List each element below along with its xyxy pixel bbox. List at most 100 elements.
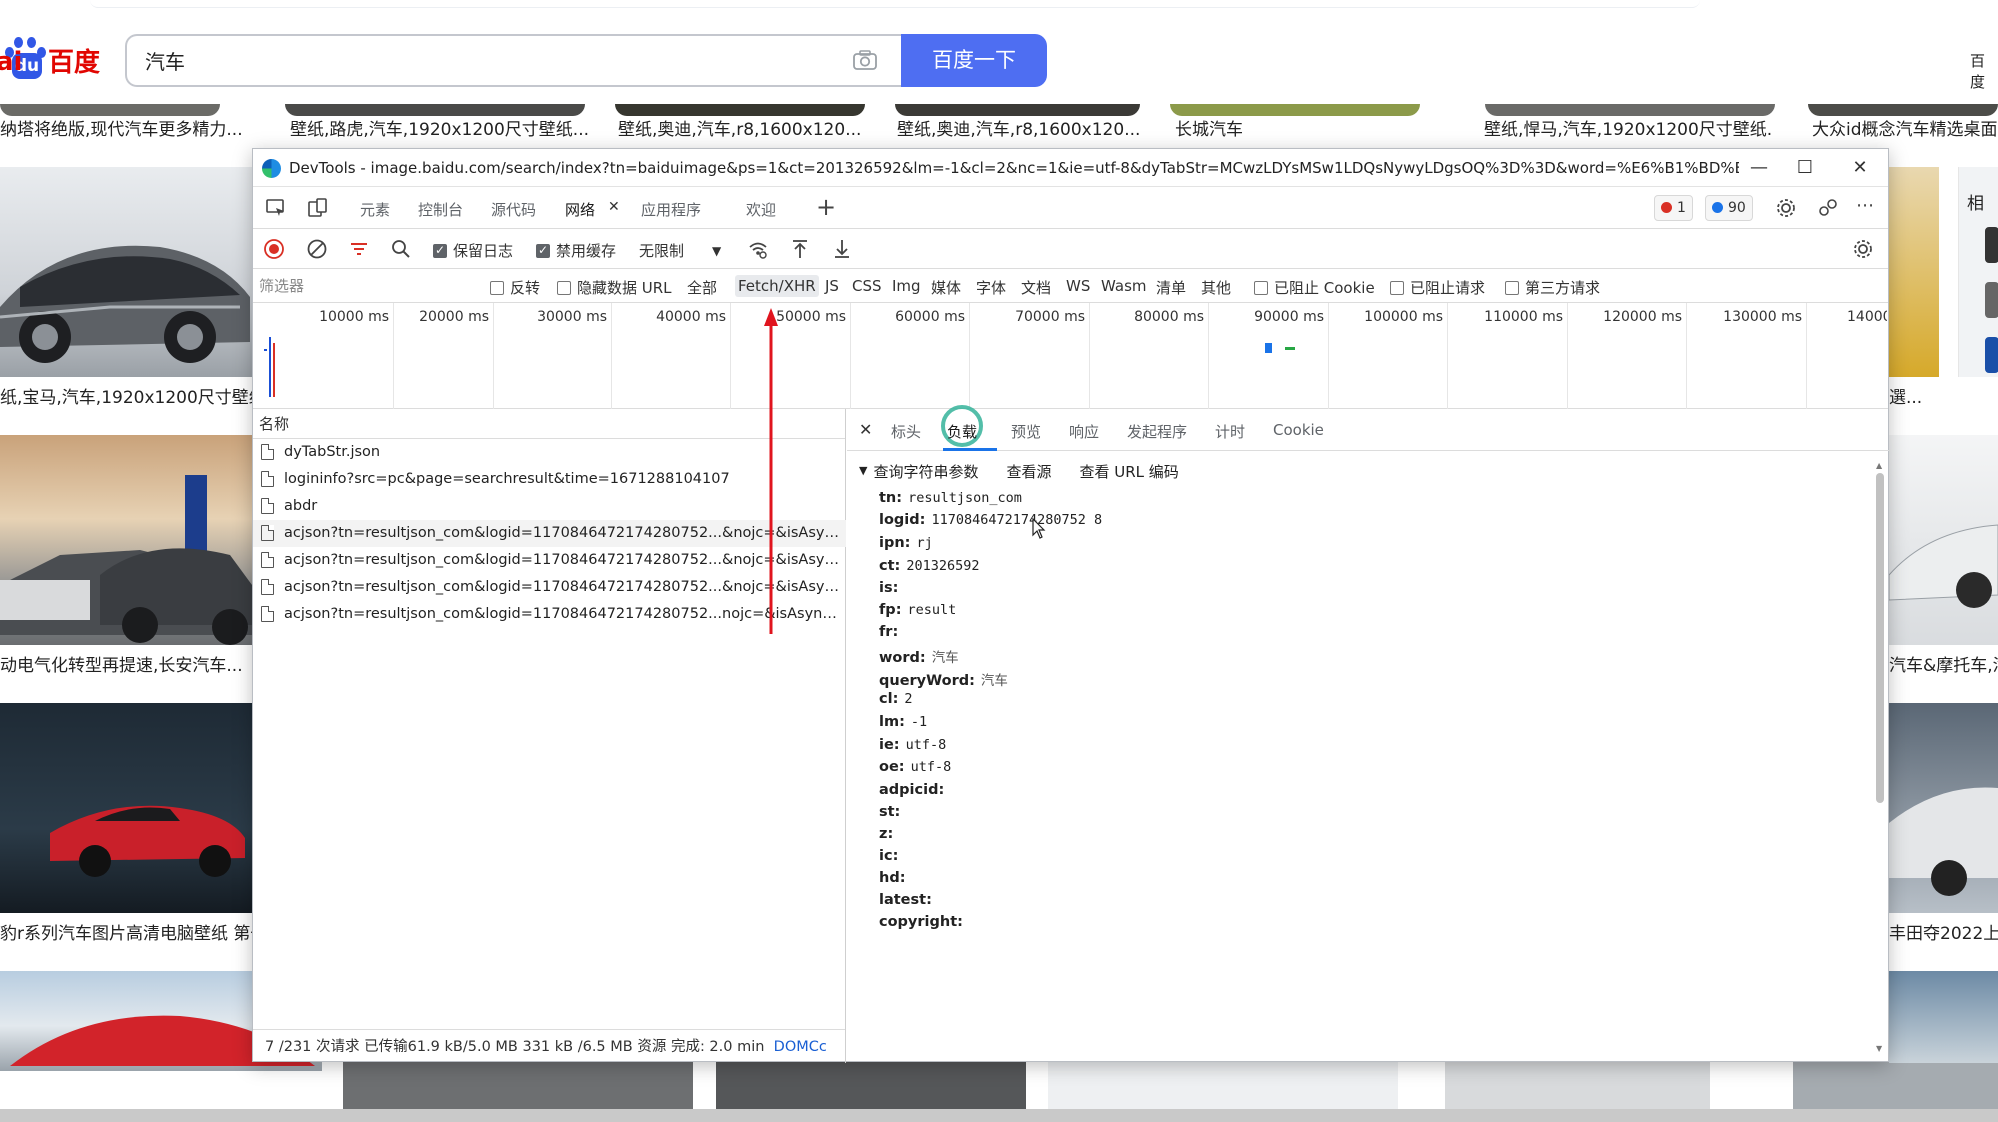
- filter-type-other[interactable]: 其他: [1201, 277, 1231, 298]
- request-row[interactable]: dyTabStr.json: [253, 439, 846, 466]
- camera-icon[interactable]: [852, 49, 878, 71]
- thumbnail-bottom[interactable]: [1048, 1062, 1398, 1109]
- device-toolbar-icon[interactable]: [307, 197, 329, 219]
- related-panel[interactable]: 相: [1958, 167, 1998, 377]
- name-column-header[interactable]: 名称: [253, 409, 845, 439]
- invert-checkbox[interactable]: 反转: [490, 277, 540, 298]
- network-settings-icon[interactable]: [1852, 238, 1874, 260]
- tab-elements[interactable]: 元素: [360, 199, 390, 220]
- tab-timing[interactable]: 计时: [1215, 421, 1245, 442]
- request-row[interactable]: acjson?tn=resultjson_com&logid=117084647…: [253, 601, 846, 628]
- filter-type-all[interactable]: 全部: [687, 277, 717, 298]
- export-har-icon[interactable]: [831, 238, 853, 260]
- filter-icon[interactable]: [348, 238, 370, 260]
- tab-sources[interactable]: 源代码: [491, 199, 536, 220]
- maximize-button[interactable]: ☐: [1783, 153, 1827, 183]
- image-caption[interactable]: 长城汽车: [1175, 115, 1425, 140]
- throttle-select[interactable]: 无限制 ▼: [639, 240, 721, 261]
- more-options-icon[interactable]: ⋯: [1856, 195, 1874, 216]
- car-image-mercedes[interactable]: [1889, 435, 1998, 645]
- scroll-up-icon[interactable]: ▲: [1876, 461, 1882, 470]
- request-row[interactable]: abdr: [253, 493, 846, 520]
- image-caption[interactable]: 动电气化转型再提速,长安汽车...: [0, 651, 252, 676]
- tab-payload[interactable]: 负载: [947, 421, 977, 442]
- baidu-right-link[interactable]: 百度: [1970, 50, 1998, 92]
- image-caption[interactable]: 纸,宝马,汽车,1920x1200尺寸壁纸: [0, 383, 252, 408]
- thumbnail-bottom[interactable]: [343, 1062, 693, 1109]
- car-image-right[interactable]: [1889, 167, 1939, 377]
- tab-console[interactable]: 控制台: [418, 199, 463, 220]
- search-input[interactable]: [145, 48, 745, 72]
- add-tab-icon[interactable]: +: [816, 193, 836, 221]
- devtools-titlebar[interactable]: DevTools - image.baidu.com/search/index?…: [253, 149, 1888, 187]
- request-row[interactable]: logininfo?src=pc&page=searchresult&time=…: [253, 466, 846, 493]
- request-row[interactable]: acjson?tn=resultjson_com&logid=117084647…: [253, 520, 846, 547]
- image-caption[interactable]: 壁纸,奥迪,汽车,r8,1600x120...: [618, 115, 868, 140]
- inspect-icon[interactable]: [265, 197, 287, 219]
- third-party-checkbox[interactable]: 第三方请求: [1505, 277, 1600, 298]
- thumbnail-bottom[interactable]: [716, 1062, 1026, 1109]
- preserve-log-checkbox[interactable]: 保留日志: [433, 240, 513, 261]
- filter-type-fetch-xhr[interactable]: Fetch/XHR: [735, 275, 819, 297]
- clear-icon[interactable]: [306, 238, 328, 260]
- car-image-volkswagen[interactable]: [1889, 703, 1998, 913]
- car-image-changan[interactable]: [0, 435, 252, 645]
- scrollbar-thumb[interactable]: [1876, 473, 1884, 803]
- image-caption[interactable]: 丰田夺2022上半: [1889, 919, 1998, 944]
- minimize-button[interactable]: —: [1737, 153, 1781, 183]
- hide-data-urls-checkbox[interactable]: 隐藏数据 URL: [557, 277, 672, 298]
- tab-response[interactable]: 响应: [1069, 421, 1099, 442]
- customize-icon[interactable]: [1817, 197, 1839, 219]
- detail-scrollbar[interactable]: ▲ ▼: [1874, 461, 1886, 1053]
- tab-application[interactable]: 应用程序: [641, 199, 701, 220]
- tab-network[interactable]: 网络: [565, 199, 595, 220]
- filter-input[interactable]: 筛选器: [257, 273, 472, 299]
- filter-type-manifest[interactable]: 清单: [1156, 277, 1186, 298]
- image-caption[interactable]: 豹r系列汽车图片高清电脑壁纸 第一: [0, 919, 252, 944]
- request-row[interactable]: acjson?tn=resultjson_com&logid=117084647…: [253, 574, 846, 601]
- query-params-section[interactable]: ▼ 查询字符串参数 查看源 查看 URL 编码: [859, 461, 1179, 482]
- blocked-requests-checkbox[interactable]: 已阻止请求: [1390, 277, 1485, 298]
- search-button[interactable]: 百度一下: [901, 34, 1047, 87]
- disable-cache-checkbox[interactable]: 禁用缓存: [536, 240, 616, 261]
- filter-type-wasm[interactable]: Wasm: [1101, 277, 1147, 295]
- tab-cookies[interactable]: Cookie: [1273, 421, 1324, 439]
- search-icon[interactable]: [390, 238, 412, 260]
- filter-type-css[interactable]: CSS: [852, 277, 882, 295]
- import-har-icon[interactable]: [789, 238, 811, 260]
- network-timeline[interactable]: 10000 ms 20000 ms 30000 ms 40000 ms 5000…: [253, 303, 1888, 409]
- filter-type-font[interactable]: 字体: [976, 277, 1006, 298]
- tab-preview[interactable]: 预览: [1011, 421, 1041, 442]
- tab-initiator[interactable]: 发起程序: [1127, 421, 1187, 442]
- car-image-right-bottom[interactable]: [1889, 971, 1998, 1063]
- dom-content-loaded-link[interactable]: DOMCc: [774, 1039, 827, 1055]
- image-caption[interactable]: 壁纸,奥迪,汽车,r8,1600x120...: [897, 115, 1142, 140]
- close-detail-icon[interactable]: ✕: [859, 420, 872, 439]
- image-caption[interactable]: 汽车&摩托车,汽: [1889, 651, 1998, 676]
- network-conditions-icon[interactable]: [747, 238, 769, 260]
- image-caption[interactable]: 壁纸,悍马,汽车,1920x1200尺寸壁纸...: [1484, 115, 1774, 140]
- tab-welcome[interactable]: 欢迎: [746, 199, 776, 220]
- filter-type-media[interactable]: 媒体: [931, 277, 961, 298]
- filter-type-img[interactable]: Img: [892, 277, 921, 295]
- thumbnail-bottom[interactable]: [1445, 1062, 1710, 1109]
- thumbnail-bottom[interactable]: [1793, 1062, 1998, 1109]
- image-caption[interactable]: 纳塔将绝版,现代汽车更多精力...: [0, 115, 245, 140]
- image-caption[interactable]: 選...: [1889, 383, 1998, 408]
- search-box[interactable]: [125, 34, 902, 87]
- filter-type-doc[interactable]: 文档: [1021, 277, 1051, 298]
- filter-type-ws[interactable]: WS: [1066, 277, 1090, 295]
- blocked-cookies-checkbox[interactable]: 已阻止 Cookie: [1254, 277, 1375, 298]
- view-url-encoded-link[interactable]: 查看 URL 编码: [1080, 461, 1179, 482]
- message-badge[interactable]: 90: [1705, 195, 1753, 221]
- car-image-bmw[interactable]: [0, 167, 252, 377]
- car-image-jaguar[interactable]: [0, 703, 252, 913]
- error-badge[interactable]: 1: [1654, 195, 1693, 221]
- baidu-logo[interactable]: du ai 百度: [0, 34, 100, 86]
- request-row[interactable]: acjson?tn=resultjson_com&logid=117084647…: [253, 547, 846, 574]
- scroll-down-icon[interactable]: ▼: [1876, 1044, 1882, 1053]
- filter-type-js[interactable]: JS: [825, 277, 839, 295]
- close-tab-icon[interactable]: ✕: [608, 199, 620, 215]
- image-caption[interactable]: 大众id概念汽车精选桌面: [1812, 115, 1998, 140]
- image-caption[interactable]: 壁纸,路虎,汽车,1920x1200尺寸壁纸...: [290, 115, 590, 140]
